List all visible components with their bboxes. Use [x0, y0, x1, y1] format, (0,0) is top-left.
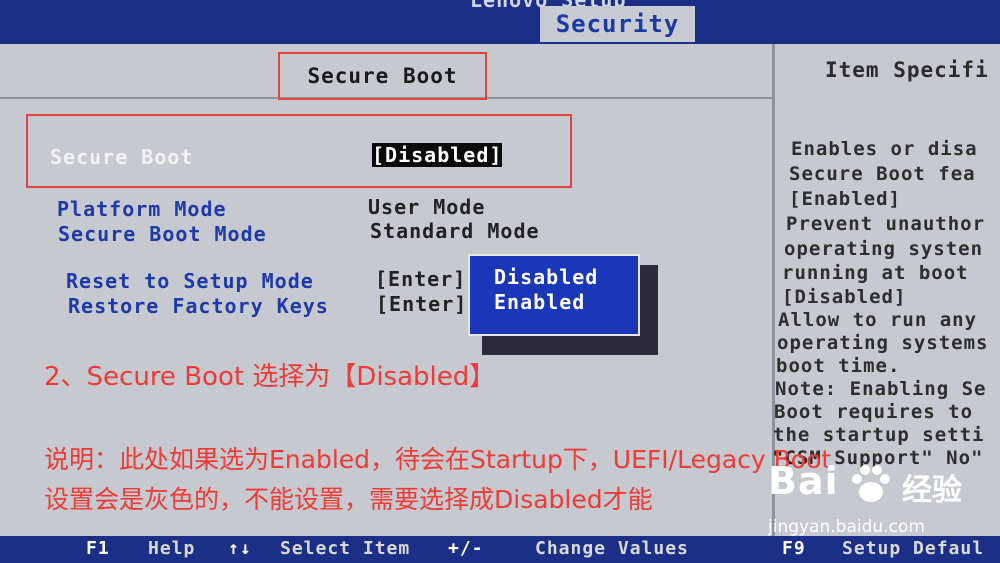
- watermark-logo: Bai: [768, 459, 839, 503]
- setting-secure-boot-mode-value: Standard Mode: [370, 219, 540, 243]
- help-line: Note: Enabling Se: [775, 378, 987, 400]
- footer-key-arrows: ↑↓: [228, 538, 252, 559]
- footer-desc-setup-defaults: Setup Defaul: [842, 538, 985, 559]
- help-line: Prevent unauthor: [786, 213, 986, 235]
- footer-key-f1: F1: [86, 538, 110, 559]
- annotation-step: 2、Secure Boot 选择为【Disabled】: [44, 362, 496, 392]
- help-line: operating systems: [777, 332, 989, 354]
- footer-desc-help: Help: [148, 538, 196, 559]
- setting-secure-boot-value[interactable]: [Disabled]: [372, 143, 503, 167]
- popup-option-disabled[interactable]: Disabled: [494, 265, 598, 289]
- setting-secure-boot-mode-label: Secure Boot Mode: [58, 222, 267, 246]
- setting-platform-mode-label: Platform Mode: [57, 197, 227, 221]
- setting-platform-mode-value: User Mode: [368, 195, 486, 219]
- help-panel-title: Item Specifi: [825, 58, 989, 82]
- footer-key-plus-minus: +/-: [448, 538, 484, 559]
- help-line: Boot requires to: [774, 401, 974, 423]
- annotation-note-line1: 说明：此处如果选为Enabled，待会在Startup下，UEFI/Legacy…: [44, 445, 832, 474]
- help-line: Secure Boot fea: [789, 163, 976, 185]
- help-line: [Disabled]: [782, 286, 907, 308]
- help-line: boot time.: [776, 355, 901, 377]
- action-restore-factory-keys-label[interactable]: Restore Factory Keys: [68, 294, 329, 318]
- popup-option-enabled[interactable]: Enabled: [494, 290, 585, 314]
- annotation-note-line2: 设置会是灰色的，不能设置，需要选择成Disabled才能: [44, 485, 653, 514]
- setting-secure-boot-value-text: [Disabled]: [372, 143, 503, 167]
- tab-security[interactable]: Security: [540, 6, 695, 42]
- help-line: Enables or disa: [791, 138, 978, 160]
- setting-secure-boot-label[interactable]: Secure Boot: [50, 145, 193, 169]
- baidu-jingyan-watermark: Bai 经验 jingyan.baidu.com: [752, 455, 1000, 543]
- action-reset-setup-mode-label[interactable]: Reset to Setup Mode: [66, 269, 314, 293]
- paw-icon: [852, 465, 890, 502]
- footer-desc-change-values: Change Values: [535, 538, 689, 559]
- option-popup: Disabled Enabled: [468, 254, 640, 336]
- action-reset-setup-mode-value[interactable]: [Enter]: [375, 267, 466, 291]
- footer-key-f9: F9: [782, 538, 806, 559]
- help-line: [Enabled]: [789, 188, 901, 210]
- section-title: Secure Boot: [278, 52, 487, 100]
- action-restore-factory-keys-value[interactable]: [Enter]: [376, 292, 467, 316]
- watermark-logo-cn: 经验: [902, 473, 962, 508]
- footer-desc-select-item: Select Item: [280, 538, 411, 559]
- help-line: Allow to run any: [778, 309, 978, 331]
- help-line: running at boot: [782, 262, 969, 284]
- help-line: operating systen: [784, 238, 984, 260]
- watermark-url: jingyan.baidu.com: [768, 517, 925, 537]
